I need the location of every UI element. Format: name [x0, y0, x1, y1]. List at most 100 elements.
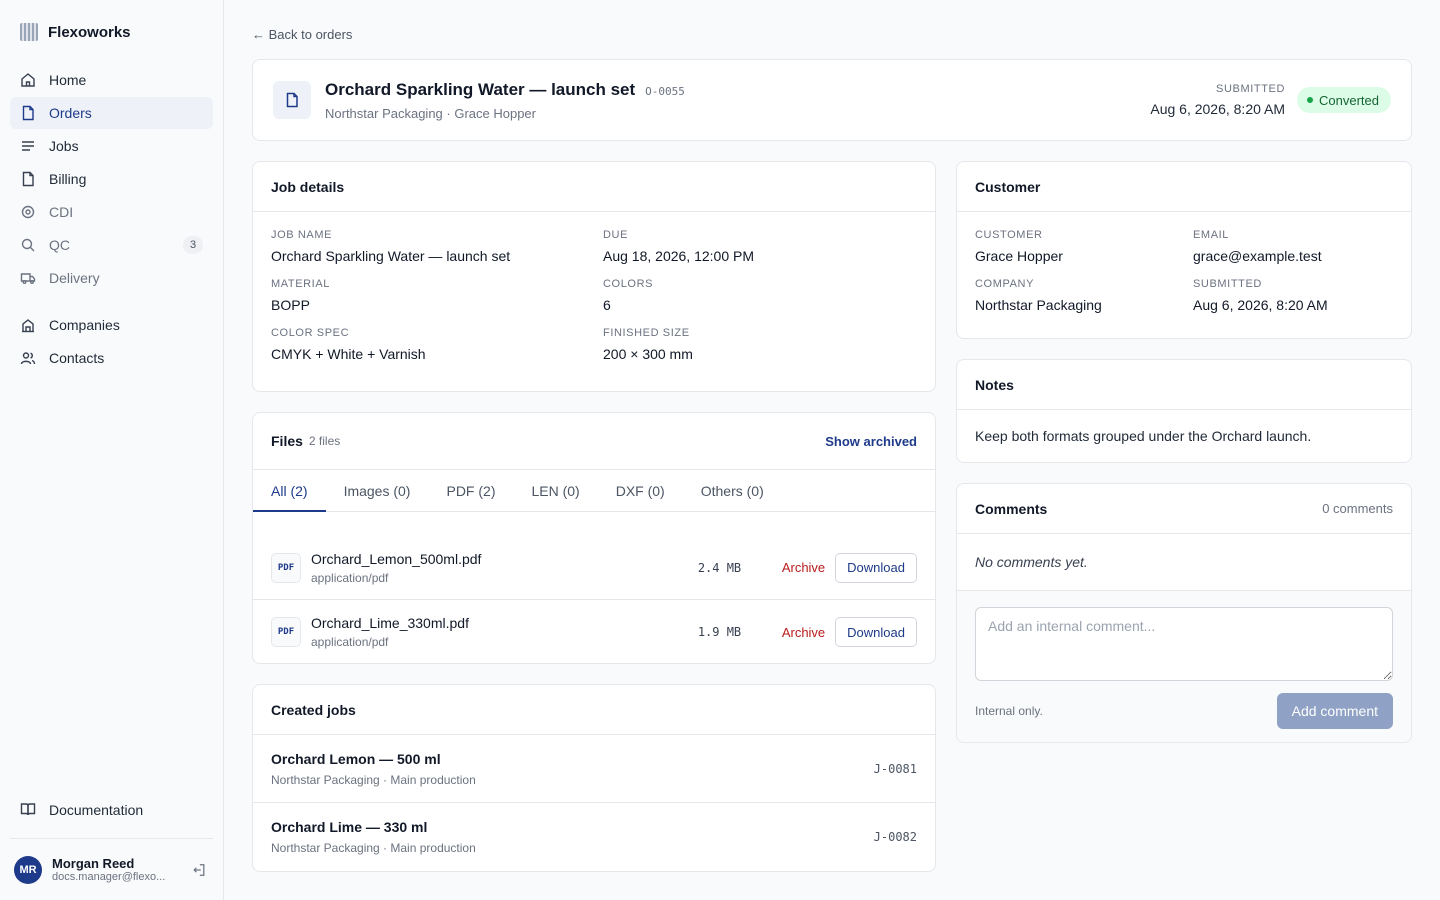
- job-row[interactable]: Orchard Lime — 330 ml Northstar Packagin…: [253, 803, 935, 871]
- file-size: 2.4 MB: [697, 560, 742, 575]
- field-label: MATERIAL: [271, 278, 330, 290]
- file-info: Orchard_Lime_330ml.pdf application/pdf: [311, 615, 469, 649]
- file-type: application/pdf: [311, 570, 389, 585]
- sidebar-item-jobs[interactable]: Jobs: [10, 130, 213, 162]
- main-content: ← Back to orders Orchard Sparkling Water…: [224, 0, 1440, 900]
- back-to-orders-link[interactable]: ← Back to orders: [252, 27, 352, 42]
- sidebar-item-delivery[interactable]: Delivery: [10, 262, 213, 294]
- pdf-file-icon: PDF: [271, 617, 301, 647]
- field-value: Grace Hopper: [975, 248, 1063, 264]
- tab-others[interactable]: Others (0): [683, 470, 782, 511]
- brand-name: Flexoworks: [48, 23, 131, 41]
- avatar[interactable]: MR: [14, 855, 42, 884]
- sidebar-item-companies[interactable]: Companies: [10, 309, 213, 341]
- field-value: CMYK + White + Varnish: [271, 346, 426, 362]
- file-icon: [20, 171, 36, 187]
- sidebar-item-documentation[interactable]: Documentation: [10, 794, 213, 826]
- pdf-file-icon: PDF: [271, 552, 301, 583]
- card-title: Files: [271, 433, 303, 449]
- sidebar-item-label: QC: [49, 237, 70, 253]
- logout-icon[interactable]: [189, 860, 209, 880]
- sidebar-item-label: Orders: [49, 105, 92, 121]
- job-subtitle: Northstar Packaging · Main production: [271, 772, 476, 787]
- download-button[interactable]: Download: [835, 617, 917, 647]
- archive-button[interactable]: Archive: [782, 560, 825, 575]
- sidebar-item-qc[interactable]: QC 3: [10, 229, 213, 261]
- card-header: Job details: [253, 162, 935, 212]
- job-details-card: Job details JOB NAME Orchard Sparkling W…: [252, 161, 936, 392]
- truck-icon: [20, 270, 36, 286]
- field-value: 200 × 300 mm: [603, 346, 693, 362]
- sidebar-item-label: Documentation: [49, 802, 144, 818]
- list-icon: [20, 138, 36, 154]
- user-info: Morgan Reed docs.manager@flexo...: [52, 856, 179, 883]
- empty-comments-message: No comments yet.: [957, 534, 1411, 591]
- status-badge: Converted: [1297, 87, 1391, 113]
- job-info: Orchard Lime — 330 ml Northstar Packagin…: [271, 819, 476, 855]
- comment-form: Internal only. Add comment: [957, 591, 1411, 742]
- comment-input[interactable]: [975, 607, 1393, 681]
- show-archived-link[interactable]: Show archived: [825, 434, 917, 449]
- order-title-row: Orchard Sparkling Water — launch set O-0…: [325, 80, 685, 100]
- field-colors: COLORS 6: [603, 278, 917, 313]
- job-subtitle: Northstar Packaging · Main production: [271, 841, 476, 855]
- field-label: JOB NAME: [271, 229, 333, 241]
- qc-count-badge: 3: [183, 236, 203, 254]
- tab-dxf[interactable]: DXF (0): [598, 470, 683, 511]
- archive-button[interactable]: Archive: [782, 625, 825, 640]
- sidebar-item-label: CDI: [49, 204, 74, 220]
- field-email: EMAIL grace@example.test: [1193, 229, 1393, 264]
- comments-card: Comments 0 comments No comments yet. Int…: [956, 483, 1412, 743]
- file-icon: [20, 105, 36, 121]
- job-code: J-0081: [873, 761, 917, 776]
- sidebar-item-cdi[interactable]: CDI: [10, 196, 213, 228]
- status-dot-icon: [1307, 97, 1314, 103]
- file-list: PDF Orchard_Lemon_500ml.pdf application/…: [253, 512, 935, 664]
- field-value: grace@example.test: [1193, 248, 1322, 264]
- sidebar-item-orders[interactable]: Orders: [10, 97, 213, 129]
- field-label: CUSTOMER: [975, 229, 1043, 241]
- tab-all[interactable]: All (2): [253, 470, 326, 512]
- download-button[interactable]: Download: [835, 552, 917, 583]
- file-name[interactable]: Orchard_Lemon_500ml.pdf: [311, 551, 481, 567]
- file-info: Orchard_Lemon_500ml.pdf application/pdf: [311, 551, 481, 585]
- sidebar-footer: Documentation MR Morgan Reed docs.manage…: [10, 794, 213, 900]
- card-header: Comments 0 comments: [957, 484, 1411, 534]
- sidebar-item-label: Home: [49, 72, 87, 88]
- order-code: O-0055: [645, 84, 685, 98]
- field-value: 6: [603, 297, 611, 313]
- sidebar-item-contacts[interactable]: Contacts: [10, 342, 213, 374]
- field-label: FINISHED SIZE: [603, 327, 690, 339]
- field-label: COLOR SPEC: [271, 327, 350, 339]
- sidebar-item-label: Billing: [49, 171, 87, 187]
- field-value: Orchard Sparkling Water — launch set: [271, 248, 511, 264]
- brand[interactable]: Flexoworks: [10, 0, 213, 64]
- field-value: BOPP: [271, 297, 310, 313]
- sidebar: Flexoworks Home Orders Jobs Billing CDI …: [0, 0, 224, 900]
- job-row[interactable]: Orchard Lemon — 500 ml Northstar Packagi…: [253, 735, 935, 803]
- sidebar-item-billing[interactable]: Billing: [10, 163, 213, 195]
- add-comment-button[interactable]: Add comment: [1276, 693, 1393, 729]
- sidebar-item-home[interactable]: Home: [10, 64, 213, 96]
- field-value: Aug 6, 2026, 8:20 AM: [1193, 297, 1328, 313]
- tab-images[interactable]: Images (0): [326, 470, 429, 511]
- field-finished-size: FINISHED SIZE 200 × 300 mm: [603, 327, 917, 362]
- notes-body: Keep both formats grouped under the Orch…: [975, 428, 1312, 444]
- building-icon: [20, 317, 36, 333]
- file-tabs: All (2) Images (0) PDF (2) LEN (0) DXF (…: [253, 469, 935, 512]
- card-title: Job details: [271, 178, 345, 195]
- created-jobs-card: Created jobs Orchard Lemon — 500 ml Nort…: [252, 684, 936, 872]
- file-name[interactable]: Orchard_Lime_330ml.pdf: [311, 615, 469, 631]
- submitted-label: SUBMITTED: [1216, 83, 1286, 95]
- tab-pdf[interactable]: PDF (2): [428, 470, 513, 511]
- card-title: Customer: [975, 178, 1041, 195]
- internal-hint: Internal only.: [975, 704, 1043, 718]
- field-job-name: JOB NAME Orchard Sparkling Water — launc…: [271, 229, 603, 264]
- tab-len[interactable]: LEN (0): [513, 470, 597, 511]
- field-value: Aug 18, 2026, 12:00 PM: [603, 248, 754, 264]
- files-card: Files 2 files Show archived All (2) Imag…: [252, 412, 936, 664]
- sidebar-item-label: Delivery: [49, 270, 100, 286]
- file-row: PDF Orchard_Lemon_500ml.pdf application/…: [253, 536, 935, 600]
- order-header: Orchard Sparkling Water — launch set O-0…: [252, 59, 1412, 141]
